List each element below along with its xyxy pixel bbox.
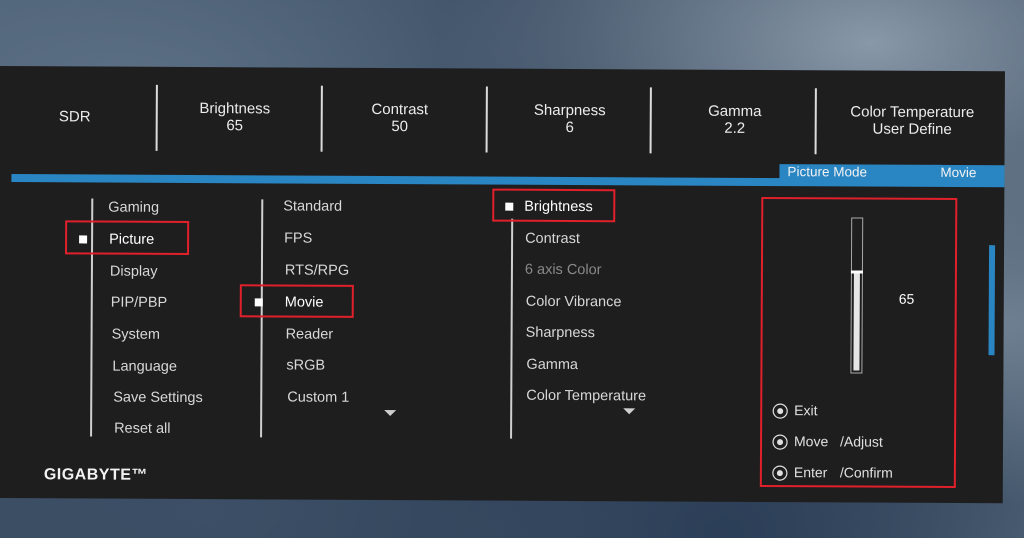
top-contrast-label: Contrast bbox=[371, 100, 429, 119]
setting-item-gamma[interactable]: Gamma bbox=[526, 357, 578, 373]
top-color-temperature: Color Temperature User Define bbox=[834, 70, 990, 171]
osd-menu: SDR Brightness 65 Contrast 50 Sharpness … bbox=[0, 66, 1005, 504]
gigabyte-logo: GIGABYTE™ bbox=[43, 466, 148, 484]
setting-item-sharpness[interactable]: Sharpness bbox=[526, 325, 595, 341]
scroll-down-arrow-icon[interactable] bbox=[623, 408, 636, 415]
mode-menu-line bbox=[260, 199, 264, 438]
divider bbox=[485, 86, 488, 153]
highlight-box bbox=[65, 220, 190, 255]
top-brightness-value: 65 bbox=[226, 117, 244, 135]
divider bbox=[814, 88, 817, 155]
highlight-box bbox=[759, 196, 958, 489]
scroll-down-arrow-icon[interactable] bbox=[384, 410, 397, 417]
menu-item-display[interactable]: Display bbox=[110, 264, 158, 280]
top-gamma-value: 2.2 bbox=[724, 119, 746, 137]
menu-item-save-settings[interactable]: Save Settings bbox=[113, 390, 203, 406]
top-colortemp-label: Color Temperature bbox=[850, 103, 975, 122]
highlight-box bbox=[239, 284, 354, 318]
mode-item-standard[interactable]: Standard bbox=[283, 198, 342, 214]
mode-item-fps[interactable]: FPS bbox=[284, 230, 312, 246]
menu-item-pip-pbp[interactable]: PIP/PBP bbox=[111, 295, 168, 311]
top-brightness: Brightness 65 bbox=[179, 67, 290, 168]
setting-item-color-vibrance[interactable]: Color Vibrance bbox=[526, 294, 622, 311]
sdr-indicator: SDR bbox=[39, 66, 110, 166]
settings-menu-line bbox=[510, 218, 514, 439]
tab-movie-label: Movie bbox=[940, 164, 977, 181]
top-gamma-label: Gamma bbox=[708, 102, 762, 120]
setting-item-contrast[interactable]: Contrast bbox=[525, 231, 580, 247]
top-sharpness: Sharpness 6 bbox=[514, 69, 625, 170]
highlight-box bbox=[492, 188, 616, 223]
setting-item-6-axis-color[interactable]: 6 axis Color bbox=[525, 262, 602, 278]
top-colortemp-value: User Define bbox=[872, 120, 952, 138]
mode-item-reader[interactable]: Reader bbox=[286, 326, 334, 342]
top-sharpness-value: 6 bbox=[565, 118, 574, 137]
top-sharpness-label: Sharpness bbox=[533, 101, 606, 120]
divider bbox=[649, 87, 652, 154]
menu-item-reset-all[interactable]: Reset all bbox=[114, 421, 171, 437]
menu-item-gaming[interactable]: Gaming bbox=[108, 200, 159, 216]
menu-item-language[interactable]: Language bbox=[112, 359, 177, 375]
top-status-bar: SDR Brightness 65 Contrast 50 Sharpness … bbox=[0, 66, 1005, 171]
mode-item-custom-1[interactable]: Custom 1 bbox=[287, 390, 349, 406]
top-gamma: Gamma 2.2 bbox=[679, 70, 790, 171]
sdr-label: SDR bbox=[58, 107, 91, 125]
top-contrast: Contrast 50 bbox=[349, 68, 450, 169]
divider bbox=[155, 84, 158, 151]
top-brightness-label: Brightness bbox=[199, 100, 271, 118]
menu-item-system[interactable]: System bbox=[112, 327, 160, 343]
setting-item-color-temperature[interactable]: Color Temperature bbox=[526, 388, 646, 405]
divider bbox=[320, 85, 323, 152]
scrollbar[interactable] bbox=[988, 245, 996, 356]
top-contrast-value: 50 bbox=[391, 118, 409, 136]
mode-item-rts-rpg[interactable]: RTS/RPG bbox=[285, 262, 349, 278]
mode-item-srgb[interactable]: sRGB bbox=[286, 358, 325, 374]
